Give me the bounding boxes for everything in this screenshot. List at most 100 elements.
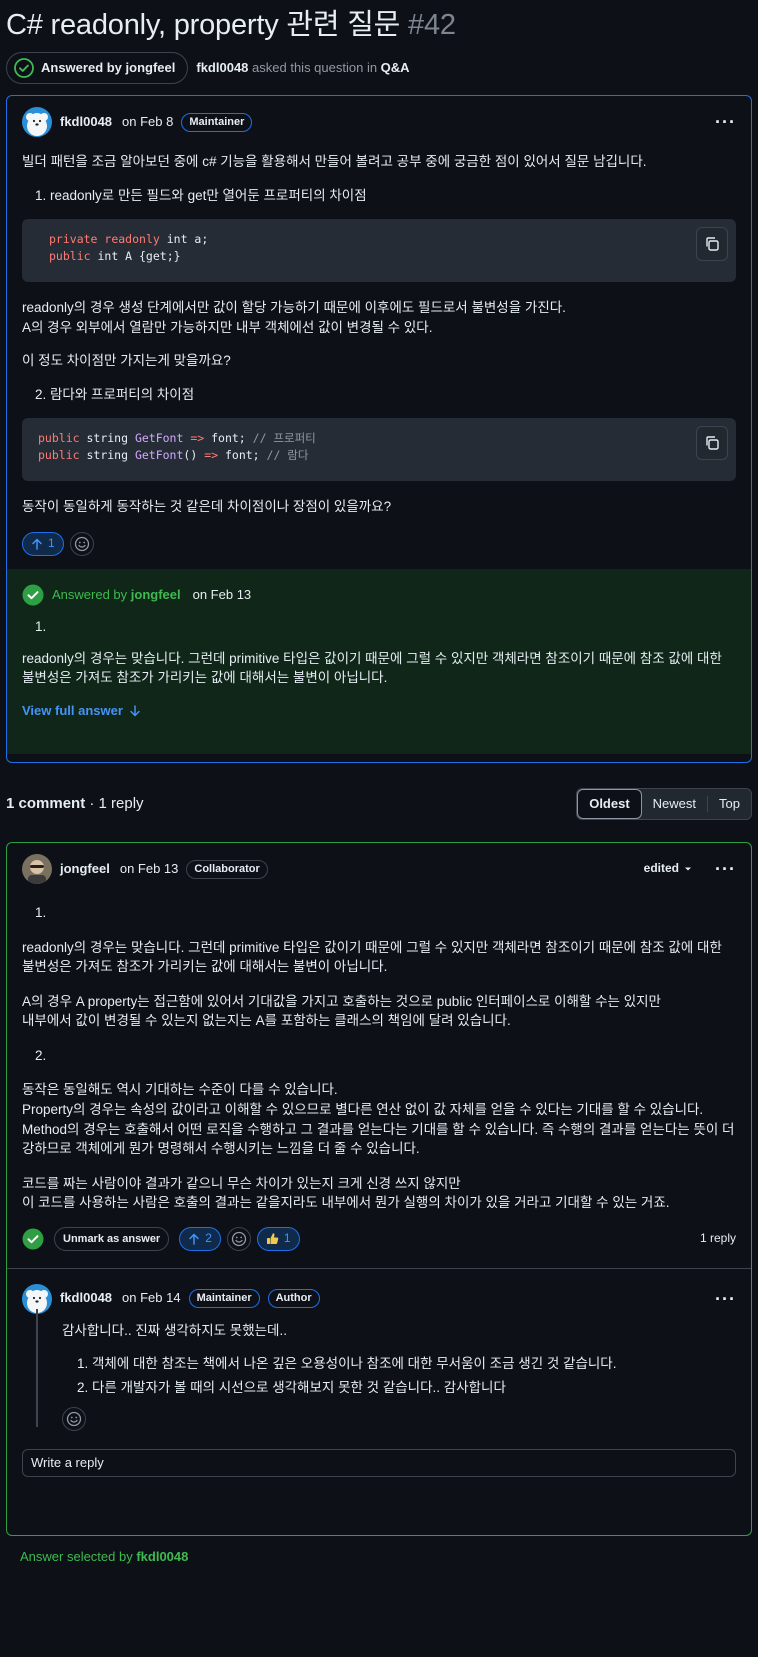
- add-reaction-button[interactable]: [226, 1226, 251, 1251]
- reply-count[interactable]: 1 reply: [700, 1230, 736, 1247]
- code-block-1: private readonly int a; public int A {ge…: [22, 219, 736, 283]
- view-full-answer-link[interactable]: View full answer: [22, 702, 736, 721]
- question-author[interactable]: fkdl0048: [60, 113, 112, 132]
- code-text: font;: [218, 448, 267, 463]
- question-date[interactable]: on Feb 8: [122, 113, 173, 132]
- reply-input[interactable]: Write a reply: [22, 1448, 736, 1477]
- comment-paragraph: A의 경우 A property는 접근함에 있어서 기대값을 가지고 호출하는…: [22, 993, 661, 1009]
- code-function: GetFont: [134, 448, 184, 463]
- code-text: string: [79, 448, 135, 463]
- check-circle-fill-icon: [22, 584, 44, 606]
- answer-preview: Answered by jongfeel on Feb 13 1. readon…: [7, 568, 751, 754]
- copy-button[interactable]: [696, 227, 728, 262]
- title-text: C# readonly, property 관련 질문: [6, 9, 401, 41]
- bear-avatar-icon: [22, 107, 52, 137]
- upvote-button[interactable]: 1: [22, 531, 64, 556]
- discussion-meta: Answered by jongfeel fkdl0048 asked this…: [6, 52, 752, 84]
- check-circle-icon: [14, 58, 34, 78]
- answered-by-text: Answered by: [52, 586, 131, 602]
- comment-actions: Unmark as answer 2 1 1 reply: [22, 1225, 736, 1253]
- reply-list: 객체에 대한 참조는 책에서 나온 깊은 오용성이나 참조에 대한 무서움이 조…: [62, 1354, 736, 1397]
- answered-label: Answered by jongfeel: [41, 59, 176, 75]
- reply-header: fkdl0048 on Feb 14 Maintainer Author ···: [22, 1269, 736, 1321]
- comment-item-number: 2.: [35, 1047, 47, 1063]
- reply-date[interactable]: on Feb 14: [122, 1289, 181, 1308]
- answer-selected-user[interactable]: fkdl0048: [136, 1549, 188, 1564]
- question-box: fkdl0048 on Feb 8 Maintainer ··· 빌더 패턴을 …: [6, 95, 752, 763]
- comment-paragraph: 코드를 짜는 사람이야 결과가 같으니 무슨 차이가 있는지 크게 신경 쓰지 …: [22, 1175, 461, 1191]
- sort-newest-tab[interactable]: Newest: [642, 789, 707, 819]
- upvote-button[interactable]: 2: [179, 1226, 221, 1251]
- asked-phrase: asked this question in: [248, 59, 381, 75]
- code-keyword: private: [49, 232, 98, 247]
- thumbs-up-count: 1: [283, 1231, 291, 1246]
- comment-count-text: 1 comment: [6, 795, 86, 813]
- category-link[interactable]: Q&A: [381, 60, 410, 75]
- comment-item-number: 1.: [35, 905, 47, 920]
- author-link[interactable]: fkdl0048: [196, 60, 248, 75]
- comment-paragraph: Method의 경우는 호출해서 어떤 로직을 수행하고 그 결과를 얻는다는 …: [22, 1121, 735, 1157]
- thumbs-up-reaction[interactable]: 1: [256, 1226, 300, 1251]
- reply-text: 감사합니다.. 진짜 생각하지도 못했는데..: [62, 1322, 287, 1338]
- asked-text: fkdl0048 asked this question in Q&A: [196, 59, 409, 78]
- add-reaction-button[interactable]: [62, 1407, 86, 1432]
- answer-selected-label: Answer selected by: [20, 1549, 137, 1564]
- reply-list-item: 객체에 대한 참조는 책에서 나온 깊은 오용성이나 참조에 대한 무서움이 조…: [92, 1354, 736, 1374]
- code-text: (): [183, 448, 198, 463]
- edited-label: edited: [643, 861, 680, 876]
- user-photo-icon: [22, 854, 52, 884]
- code-operator: =>: [183, 431, 205, 446]
- copy-button[interactable]: [696, 426, 728, 461]
- thread-line: [36, 1308, 38, 1427]
- avatar[interactable]: [22, 854, 52, 884]
- edited-menu[interactable]: edited: [644, 860, 693, 877]
- caret-down-icon: [685, 867, 692, 871]
- unmark-answer-button[interactable]: Unmark as answer: [54, 1226, 170, 1251]
- code-text: font;: [204, 431, 253, 446]
- question-intro: 빌더 패턴을 조금 알아보던 중에 c# 기능을 활용해서 만들어 볼려고 공부…: [22, 154, 647, 169]
- smiley-icon: [66, 1412, 82, 1427]
- more-options-icon[interactable]: ···: [715, 1286, 736, 1312]
- code-text: string: [79, 431, 135, 446]
- comment-date[interactable]: on Feb 13: [120, 860, 179, 879]
- role-badge: Collaborator: [186, 859, 268, 879]
- more-options-icon[interactable]: ···: [715, 856, 736, 882]
- comment-box: jongfeel on Feb 13 Collaborator edited ·…: [6, 842, 752, 1536]
- question-item-2: 2. 람다와 프로퍼티의 차이점: [35, 386, 195, 402]
- author-badge: Author: [267, 1289, 320, 1309]
- check-circle-fill-icon: [22, 1228, 44, 1250]
- question-item-1: 1. readonly로 만든 필드와 get만 열어둔 프로퍼티의 차이점: [35, 187, 367, 203]
- view-full-answer-label: View full answer: [22, 702, 123, 718]
- smiley-icon: [74, 536, 89, 552]
- code-function: GetFont: [134, 431, 184, 446]
- comment-paragraph: 내부에서 값이 변경될 수 있는지 없는지는 A를 포함하는 클래스의 책임에 …: [22, 1013, 511, 1029]
- comment-author[interactable]: jongfeel: [60, 860, 110, 879]
- sort-top-tab[interactable]: Top: [708, 789, 751, 819]
- answer-date[interactable]: on Feb 13: [193, 586, 252, 605]
- add-reaction-button[interactable]: [69, 531, 94, 556]
- answered-badge[interactable]: Answered by jongfeel: [6, 52, 189, 84]
- answer-author[interactable]: jongfeel: [131, 587, 181, 602]
- code-keyword: public: [38, 431, 80, 446]
- sort-tabs: Oldest Newest Top: [576, 788, 752, 820]
- arrow-up-icon: [189, 1233, 199, 1245]
- question-reactions: 1: [22, 531, 736, 557]
- role-badge: Maintainer: [181, 112, 253, 132]
- answer-preview-text: readonly의 경우는 맞습니다. 그런데 primitive 타입은 값이…: [22, 650, 722, 686]
- reply-author[interactable]: fkdl0048: [60, 1289, 112, 1308]
- upvote-count: 1: [48, 536, 55, 551]
- thumbs-up-icon: [266, 1233, 279, 1245]
- more-options-icon[interactable]: ···: [715, 109, 736, 135]
- code-keyword: public: [49, 249, 91, 264]
- code-block-2: public string GetFont => font; // 프로퍼티 p…: [22, 418, 736, 482]
- arrow-down-icon: [130, 705, 140, 717]
- code-comment: // 람다: [266, 448, 309, 463]
- sort-oldest-tab[interactable]: Oldest: [577, 789, 642, 819]
- smiley-icon: [231, 1231, 247, 1246]
- question-paragraph: readonly의 경우 생성 단계에서만 값이 할당 가능하기 때문에 이후에…: [22, 300, 566, 316]
- answer-selected-footer: Answer selected by fkdl0048: [6, 1548, 752, 1567]
- code-keyword: public: [38, 448, 80, 463]
- comment-paragraph: Property의 경우는 속성의 값이라고 이해할 수 있으므로 별다른 연산…: [22, 1101, 704, 1117]
- comment-paragraph: 동작은 동일해도 역시 기대하는 수준이 다를 수 있습니다.: [22, 1082, 338, 1098]
- avatar[interactable]: [22, 107, 52, 137]
